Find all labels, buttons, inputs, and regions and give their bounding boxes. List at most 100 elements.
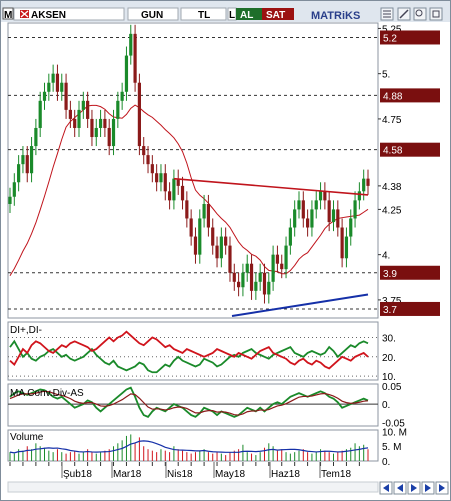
candle-body	[241, 272, 245, 288]
candle-body	[172, 178, 176, 201]
candle-body	[258, 272, 262, 282]
candle-body	[17, 164, 21, 183]
candle-body	[189, 218, 193, 237]
candle-body	[86, 100, 90, 119]
candle-body	[150, 164, 154, 174]
candle-body	[137, 82, 141, 147]
candle-body	[180, 185, 185, 201]
candle-body	[206, 203, 211, 228]
price-axis-label: 4.38	[382, 182, 402, 193]
candle-body	[310, 209, 314, 228]
candle-body	[47, 82, 51, 92]
currency-label: TL	[198, 10, 210, 21]
price-axis-label: 4.75	[382, 115, 402, 126]
candle-body	[25, 155, 29, 174]
level-badge-label: 4.88	[383, 91, 403, 102]
candle-body	[29, 146, 34, 174]
candle-body	[129, 33, 133, 56]
candle-body	[90, 118, 94, 138]
level-badge-label: 3.9	[383, 269, 397, 280]
candle-body	[314, 200, 318, 210]
candle-body	[155, 173, 159, 183]
candle-body	[159, 173, 163, 183]
volume-axis-label: 10. M	[382, 427, 407, 438]
candle-body	[280, 263, 284, 270]
level-badge-label: 3.7	[383, 305, 397, 316]
candle-body	[34, 127, 38, 147]
month-label: Haz18	[271, 469, 300, 480]
candle-body	[340, 227, 344, 259]
candle-body	[349, 218, 353, 237]
candle-body	[357, 191, 361, 201]
candle-body	[94, 127, 98, 138]
candle-body	[55, 73, 60, 92]
candle-body	[120, 91, 124, 101]
month-label: Nis18	[167, 469, 193, 480]
candle-body	[73, 118, 77, 128]
candle-body	[107, 127, 111, 147]
candle-body	[38, 100, 42, 128]
price-axis-label: 5.	[382, 70, 390, 81]
candle-body	[362, 178, 366, 192]
candle-body	[284, 245, 288, 270]
candle-body	[98, 118, 103, 128]
candle-body	[167, 191, 172, 201]
candle-body	[202, 203, 206, 219]
candle-body	[353, 200, 357, 219]
candle-body	[111, 118, 116, 147]
dmi-title: DI+,DI-	[10, 325, 42, 336]
volume-axis-label: 0.	[382, 457, 390, 468]
volume-axis-label: 5. M	[382, 442, 401, 453]
candle-body	[327, 200, 331, 223]
candle-body	[336, 209, 340, 228]
candle-body	[142, 146, 146, 156]
candle-body	[232, 272, 236, 282]
level-badge-label: 5.2	[383, 33, 397, 44]
month-label: Mar18	[113, 469, 142, 480]
candle-body	[323, 191, 327, 201]
price-axis-label: 4.25	[382, 205, 402, 216]
candle-body	[198, 218, 202, 255]
candle-body	[51, 73, 55, 83]
dmi-axis-label: 20.	[382, 353, 396, 364]
candle-body	[301, 200, 305, 219]
candle-body	[103, 118, 107, 128]
buy-label: AL	[240, 10, 253, 21]
candle-body	[249, 263, 254, 291]
candle-body	[293, 209, 297, 228]
macd-axis-label: 0.	[382, 400, 390, 411]
price-panel	[7, 22, 379, 319]
candle-body	[193, 236, 198, 255]
candle-body	[133, 33, 137, 83]
candle-body	[331, 209, 336, 223]
month-label: Şub18	[63, 469, 92, 480]
vol-panel	[7, 429, 379, 462]
candle-body	[116, 100, 120, 119]
candle-body	[245, 263, 249, 273]
candle-body	[42, 91, 47, 101]
month-label: Tem18	[321, 469, 351, 480]
candle-body	[81, 100, 85, 110]
candle-body	[237, 281, 241, 288]
sell-label: SAT	[266, 10, 285, 21]
chart-canvas: M AKSEN GUN TL L AL SAT MATRiKS5.255.4.754.384.…	[1, 1, 450, 499]
candle-body	[21, 155, 25, 165]
candle-body	[219, 236, 223, 259]
candle-body	[64, 82, 68, 110]
candle-body	[366, 178, 370, 186]
candle-body	[275, 254, 280, 264]
period-label: GUN	[141, 10, 163, 21]
restore-icon[interactable]	[429, 7, 443, 21]
candle-body	[228, 245, 232, 273]
dmi-axis-label: 30.	[382, 333, 396, 344]
volume-title: Volume	[10, 432, 44, 443]
candle-body	[12, 182, 16, 197]
horizontal-scrollbar[interactable]	[7, 481, 379, 493]
macd-axis-label: 0.05	[382, 382, 402, 393]
app-icon-letter: M	[4, 10, 12, 21]
candle-body	[344, 236, 349, 259]
candle-body	[211, 227, 215, 246]
candle-body	[288, 227, 292, 246]
candle-body	[77, 109, 81, 128]
candle-body	[124, 55, 129, 92]
